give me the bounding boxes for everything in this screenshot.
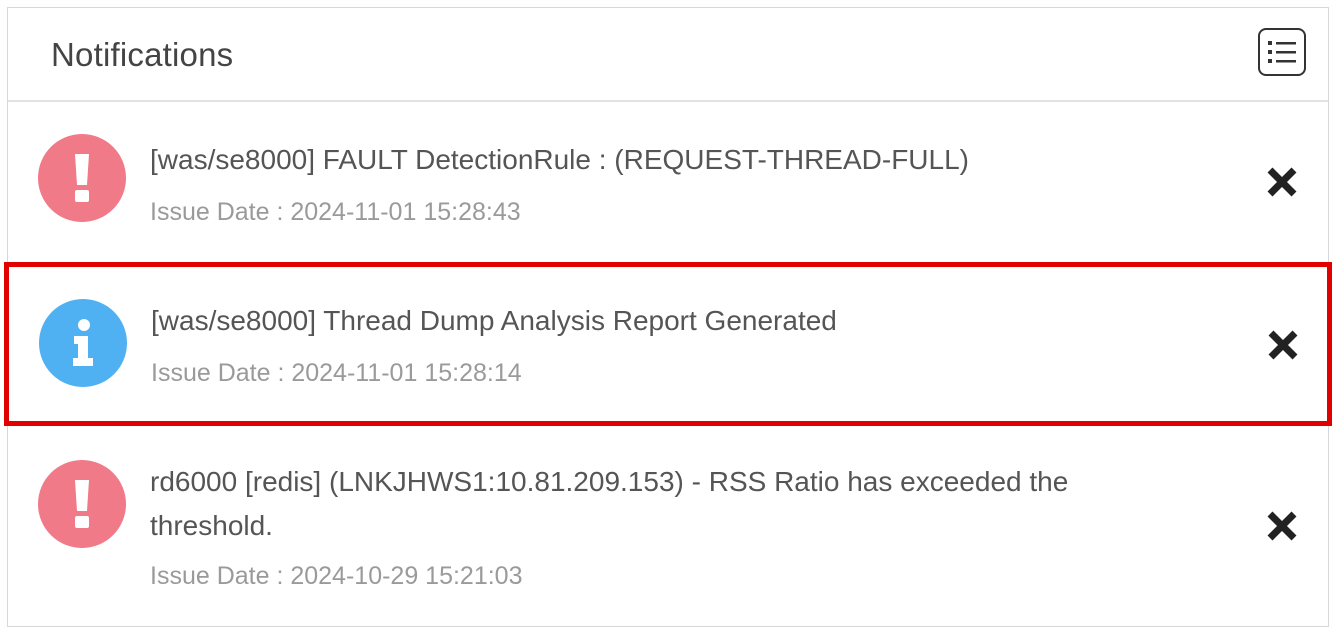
info-icon <box>73 319 93 366</box>
notification-item-highlighted[interactable]: [was/se8000] Thread Dump Analysis Report… <box>4 262 1332 426</box>
notification-title-line1: rd6000 [redis] (LNKJHWS1:10.81.209.153) … <box>150 466 1069 497</box>
panel-title: Notifications <box>51 36 234 73</box>
error-status-icon <box>38 460 126 548</box>
exclamation-icon <box>75 480 89 528</box>
notification-item[interactable]: rd6000 [redis] (LNKJHWS1:10.81.209.153) … <box>0 430 1336 614</box>
list-icon <box>1268 41 1296 63</box>
info-status-icon <box>39 299 127 387</box>
list-view-button[interactable] <box>1258 28 1306 76</box>
notification-title: [was/se8000] Thread Dump Analysis Report… <box>151 305 837 336</box>
notification-title: [was/se8000] FAULT DetectionRule : (REQU… <box>150 144 969 175</box>
notification-date: Issue Date : 2024-11-01 15:28:14 <box>151 359 522 387</box>
close-icon <box>1268 330 1298 360</box>
close-icon <box>1267 167 1297 197</box>
notification-item[interactable]: [was/se8000] FAULT DetectionRule : (REQU… <box>0 104 1336 254</box>
dismiss-button[interactable] <box>1262 506 1302 546</box>
notification-title-line2: threshold. <box>150 510 273 541</box>
dismiss-button[interactable] <box>1262 162 1302 202</box>
panel-header: Notifications <box>8 8 1328 102</box>
close-icon <box>1267 511 1297 541</box>
exclamation-icon <box>75 154 89 202</box>
notification-date: Issue Date : 2024-11-01 15:28:43 <box>150 198 521 226</box>
error-status-icon <box>38 134 126 222</box>
dismiss-button[interactable] <box>1263 325 1303 365</box>
notification-date: Issue Date : 2024-10-29 15:21:03 <box>150 562 523 590</box>
